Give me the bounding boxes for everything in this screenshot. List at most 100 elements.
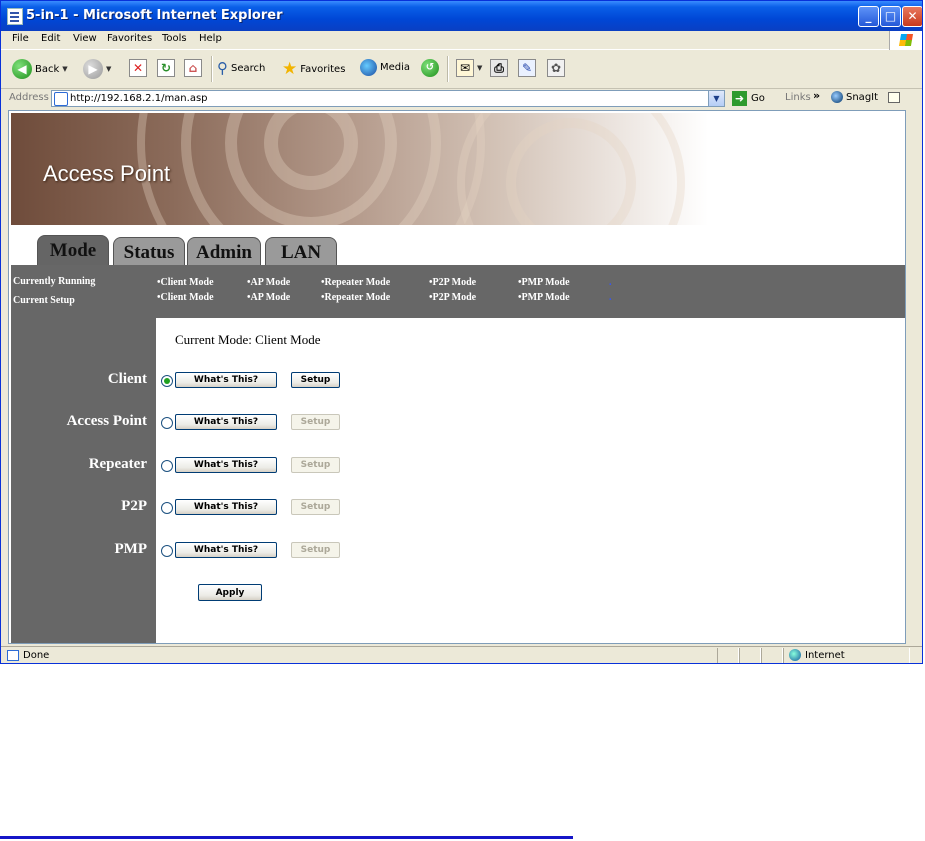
- refresh-icon: ↻: [157, 59, 175, 77]
- forward-arrow-icon: ▶: [83, 59, 103, 79]
- snagit-label: SnagIt: [846, 91, 879, 103]
- running-client: •Client Mode: [157, 277, 214, 288]
- radio-client[interactable]: [161, 375, 173, 387]
- media-label: Media: [380, 62, 411, 73]
- setup-p2p-button: Setup: [291, 499, 340, 515]
- radio-repeater[interactable]: [161, 460, 173, 472]
- favorites-button[interactable]: ★ Favorites: [282, 59, 345, 79]
- whats-this-client-button[interactable]: What's This?: [175, 372, 277, 388]
- star-icon: ★: [282, 59, 298, 79]
- maximize-button[interactable]: □: [880, 6, 901, 27]
- ie-page-icon: [7, 8, 23, 25]
- back-button[interactable]: ◀ Back ▼: [12, 59, 68, 79]
- minimize-button[interactable]: _: [858, 6, 879, 27]
- menu-favorites[interactable]: Favorites: [107, 33, 152, 44]
- mode-label-repeater: Repeater: [88, 456, 147, 472]
- media-button[interactable]: Media: [360, 59, 410, 76]
- running-pmp: •PMP Mode: [518, 277, 570, 288]
- whats-this-access-point-button[interactable]: What's This?: [175, 414, 277, 430]
- history-button[interactable]: ↺: [421, 59, 439, 77]
- mode-label-client: Client: [107, 371, 147, 387]
- zone-label: Internet: [805, 649, 845, 661]
- menu-tools[interactable]: Tools: [162, 33, 187, 44]
- setup-access-point-button: Setup: [291, 414, 340, 430]
- toolbar-separator: [447, 56, 449, 82]
- tab-admin[interactable]: Admin: [187, 237, 261, 265]
- tab-status[interactable]: Status: [113, 237, 185, 265]
- status-bar: Done Internet: [1, 646, 922, 663]
- whats-this-pmp-button[interactable]: What's This?: [175, 542, 277, 558]
- status-pane: [717, 648, 739, 663]
- print-button[interactable]: ⎙: [490, 59, 508, 77]
- status-pane: [739, 648, 761, 663]
- printer-icon: ⎙: [490, 59, 508, 77]
- links-label[interactable]: Links: [785, 92, 811, 103]
- chevron-down-icon: ▼: [106, 65, 112, 73]
- mode-status-strip: Currently Running Current Setup •Client …: [11, 265, 905, 318]
- setup-repeater-button: Setup: [291, 457, 340, 473]
- tab-mode[interactable]: Mode: [37, 235, 109, 265]
- go-label: Go: [751, 93, 765, 104]
- setup-client-button[interactable]: Setup: [291, 372, 340, 388]
- address-label: Address: [9, 92, 49, 103]
- windows-logo-icon: [889, 31, 922, 50]
- snagit-icon: [831, 91, 843, 103]
- menu-view[interactable]: View: [73, 33, 97, 44]
- title-bar[interactable]: 5-in-1 - Microsoft Internet Explorer _ □…: [1, 1, 922, 31]
- running-repeater: •Repeater Mode: [321, 277, 391, 288]
- menu-file[interactable]: File: [12, 33, 29, 44]
- whats-this-repeater-button[interactable]: What's This?: [175, 457, 277, 473]
- history-icon: ↺: [421, 59, 439, 77]
- menu-edit[interactable]: Edit: [41, 33, 60, 44]
- setup-pmp-button: Setup: [291, 542, 340, 558]
- snagit-button[interactable]: SnagIt: [831, 91, 878, 103]
- setup-p2p: •P2P Mode: [429, 292, 477, 303]
- edit-icon: ✎: [518, 59, 536, 77]
- address-url: http://192.168.2.1/man.asp: [70, 93, 208, 104]
- go-button[interactable]: ➜ Go: [732, 91, 765, 106]
- edit-button[interactable]: ✎: [518, 59, 536, 77]
- stop-icon: ✕: [129, 59, 147, 77]
- home-button[interactable]: ⌂: [184, 59, 202, 77]
- refresh-button[interactable]: ↻: [157, 59, 175, 77]
- snagit-capture-icon[interactable]: [888, 92, 900, 103]
- radio-pmp[interactable]: [161, 545, 173, 557]
- search-icon: ⚲: [217, 59, 228, 77]
- menu-help[interactable]: Help: [199, 33, 222, 44]
- search-button[interactable]: ⚲ Search: [217, 59, 265, 77]
- mail-icon: ✉: [456, 59, 474, 77]
- search-label: Search: [231, 62, 266, 74]
- setup-pmp: •PMP Mode: [518, 292, 570, 303]
- current-setup-label: Current Setup: [13, 295, 75, 306]
- chevron-down-icon[interactable]: ▼: [708, 91, 724, 106]
- globe-icon: [789, 649, 801, 661]
- setup-repeater: •Repeater Mode: [321, 292, 391, 303]
- banner: Access Point: [11, 113, 905, 225]
- banner-title: Access Point: [43, 161, 171, 186]
- messenger-button[interactable]: ✿: [547, 59, 565, 77]
- left-panel: [11, 318, 156, 643]
- chevron-down-icon: ▼: [62, 65, 68, 73]
- ie-window: 5-in-1 - Microsoft Internet Explorer _ □…: [0, 0, 923, 664]
- mail-button[interactable]: ✉ ▼: [456, 59, 482, 77]
- menu-bar: File Edit View Favorites Tools Help: [1, 31, 922, 50]
- page-viewport: Access Point Mode Status Admin LAN Curre…: [8, 110, 906, 644]
- radio-p2p[interactable]: [161, 502, 173, 514]
- address-input[interactable]: http://192.168.2.1/man.asp ▼: [51, 90, 725, 107]
- home-icon: ⌂: [184, 59, 202, 77]
- document-rule: [0, 836, 573, 839]
- back-label: Back: [35, 63, 60, 75]
- favorites-label: Favorites: [300, 63, 346, 75]
- current-mode-text: Current Mode: Client Mode: [175, 332, 321, 347]
- radio-access-point[interactable]: [161, 417, 173, 429]
- tab-lan[interactable]: LAN: [265, 237, 337, 265]
- close-button[interactable]: ✕: [902, 6, 922, 27]
- forward-button[interactable]: ▶ ▼: [83, 59, 111, 79]
- chevron-right-icon[interactable]: »: [813, 89, 820, 102]
- go-arrow-icon: ➜: [732, 91, 747, 106]
- stop-button[interactable]: ✕: [129, 59, 147, 77]
- apply-button[interactable]: Apply: [198, 584, 262, 601]
- whats-this-p2p-button[interactable]: What's This?: [175, 499, 277, 515]
- status-text: Done: [23, 650, 50, 661]
- security-zone: Internet: [789, 649, 845, 661]
